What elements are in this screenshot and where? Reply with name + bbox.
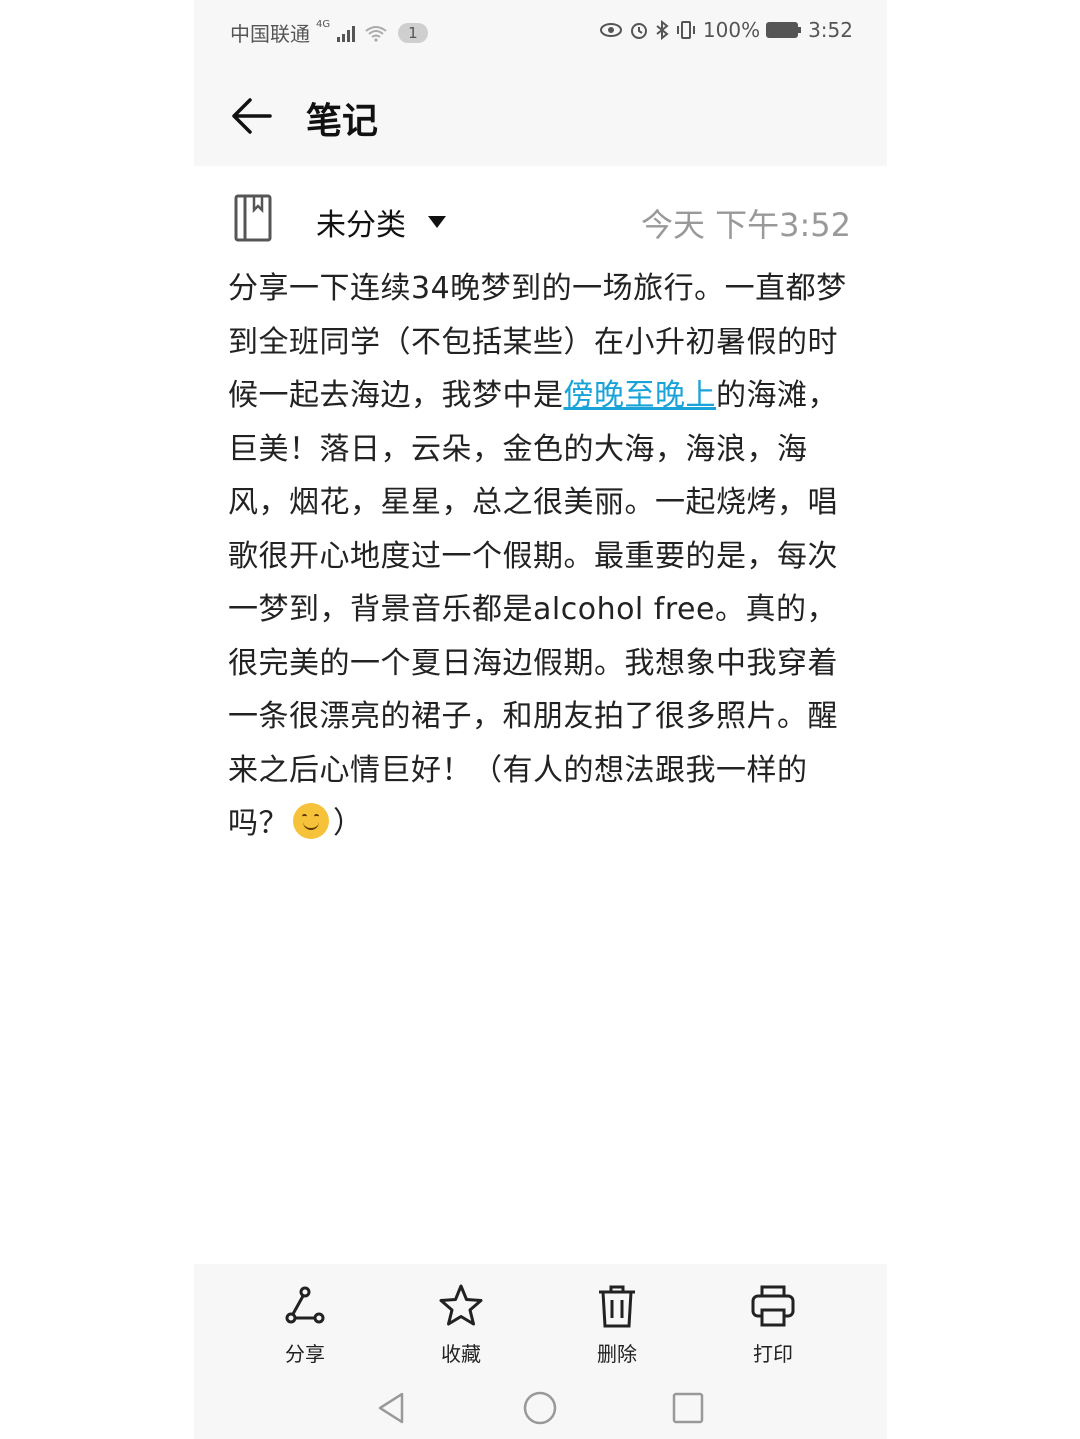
share-label: 分享 (285, 1342, 325, 1366)
note-timestamp: 今天 下午3:52 (640, 206, 851, 244)
status-right: 100% 3:52 (599, 18, 853, 42)
eye-icon (599, 23, 622, 37)
bottom-toolbar: 分享 收藏 删除 打印 (194, 1264, 887, 1374)
print-button[interactable]: 打印 (718, 1282, 828, 1367)
printer-icon (751, 1285, 795, 1327)
nav-home-circle-icon[interactable] (520, 1388, 560, 1428)
delete-label: 删除 (597, 1342, 637, 1366)
status-left: 中国联通 4G 1 (230, 18, 428, 47)
category-dropdown[interactable]: 未分类 (316, 200, 446, 244)
favorite-button[interactable]: 收藏 (406, 1282, 516, 1367)
battery-icon (766, 22, 802, 38)
phone-screen: 中国联通 4G 1 100% 3:52 笔记 未分类 今天 下午3:52 分享一… (194, 0, 887, 1439)
print-label: 打印 (753, 1342, 793, 1366)
page-title: 笔记 (306, 101, 379, 142)
note-body[interactable]: 分享一下连续34晚梦到的一场旅行。一直都梦到全班同学（不包括某些）在小升初暑假的… (228, 262, 848, 851)
carrier-name: 中国联通 (230, 22, 310, 46)
hugging-face-emoji-icon (293, 803, 329, 839)
share-button[interactable]: 分享 (250, 1282, 360, 1367)
status-bar: 中国联通 4G 1 100% 3:52 (194, 0, 887, 64)
network-type: 4G (316, 19, 331, 30)
nav-back-triangle-icon[interactable] (372, 1388, 412, 1428)
favorite-label: 收藏 (441, 1342, 481, 1366)
dropdown-triangle-icon (428, 216, 446, 228)
battery-percent: 100% (702, 18, 761, 42)
alarm-icon (630, 23, 647, 39)
share-icon (285, 1286, 325, 1324)
app-bar: 笔记 (194, 64, 887, 166)
notebook-icon (234, 194, 272, 242)
note-link[interactable]: 傍晚至晚上 (564, 378, 717, 413)
category-label: 未分类 (316, 208, 406, 243)
star-icon (439, 1284, 483, 1326)
system-nav-bar (194, 1374, 887, 1439)
back-arrow-icon[interactable] (230, 94, 274, 138)
vibrate-icon (676, 21, 695, 39)
note-text-part-2: 的海滩，巨美！落日，云朵，金色的大海，海浪，海风，烟花，星星，总之很美丽。一起烧… (228, 378, 838, 841)
delete-button[interactable]: 删除 (562, 1282, 672, 1367)
wifi-icon (365, 25, 387, 42)
bluetooth-icon (656, 20, 669, 40)
nav-recents-square-icon[interactable] (668, 1388, 708, 1428)
signal-icon (337, 25, 356, 42)
note-text-end: ） (333, 806, 364, 841)
note-meta: 未分类 今天 下午3:52 (194, 186, 887, 252)
status-time: 3:52 (808, 18, 853, 42)
notification-badge: 1 (398, 22, 428, 43)
trash-icon (599, 1285, 635, 1328)
